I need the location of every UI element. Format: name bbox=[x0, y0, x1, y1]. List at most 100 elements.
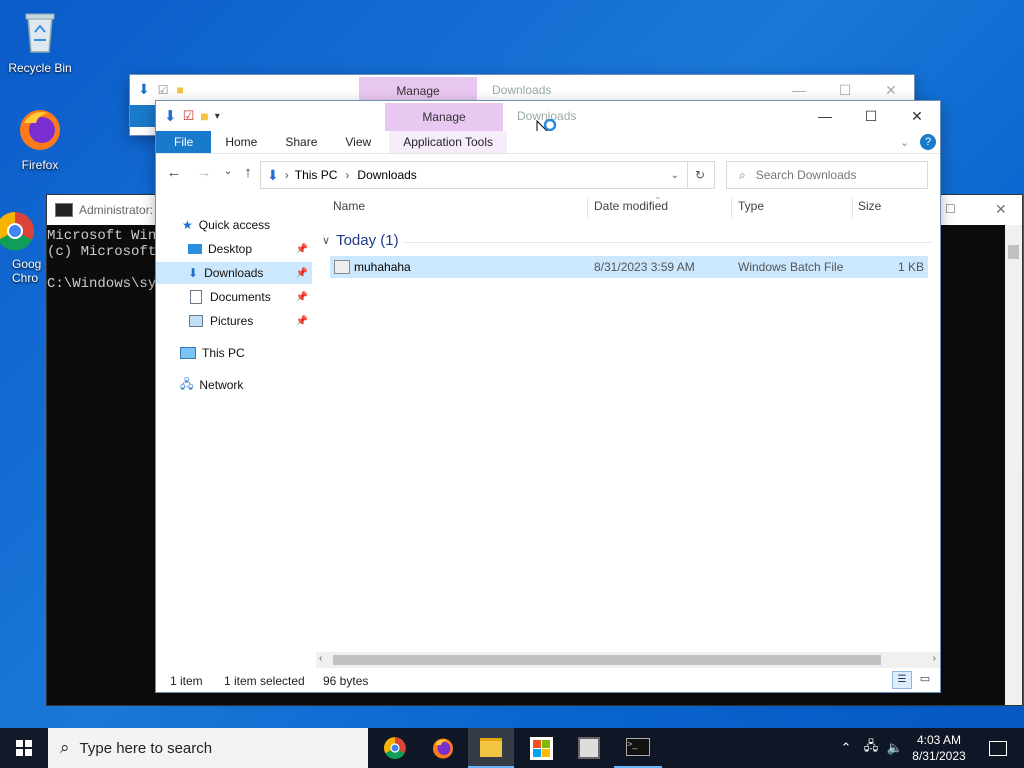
navigation-bar: ← → ⌄ ↑ ⬇ › This PC › Downloads ⌄ ↻ ⌕ Se… bbox=[156, 154, 940, 194]
column-header-size[interactable]: Size bbox=[858, 199, 881, 219]
column-divider[interactable] bbox=[587, 197, 588, 219]
expand-ribbon-icon[interactable]: ⌄ bbox=[900, 136, 909, 149]
clock[interactable]: 4:03 AM 8/31/2023 bbox=[904, 728, 974, 768]
minimize-button[interactable]: — bbox=[802, 101, 848, 131]
breadcrumb-downloads[interactable]: Downloads bbox=[357, 168, 416, 182]
nav-label: Desktop bbox=[208, 242, 253, 256]
desktop-icon-chrome[interactable]: Goog Chro bbox=[0, 210, 44, 285]
back-arrow-icon[interactable]: ← bbox=[162, 164, 186, 181]
store-icon bbox=[529, 736, 553, 760]
recycle-bin-icon bbox=[25, 13, 55, 53]
pictures-icon bbox=[189, 315, 203, 327]
pin-icon[interactable]: 📌 bbox=[296, 292, 308, 303]
taskbar-search-box[interactable]: ⌕ Type here to search bbox=[48, 728, 368, 768]
pin-icon[interactable]: 📌 bbox=[296, 244, 308, 255]
nav-item-quick-access[interactable]: ★ Quick access bbox=[156, 214, 312, 236]
nav-label: Network bbox=[199, 378, 244, 392]
nav-item-pictures[interactable]: Pictures 📌 bbox=[156, 310, 312, 332]
action-center-button[interactable] bbox=[978, 728, 1018, 768]
pin-icon[interactable]: 📌 bbox=[296, 268, 308, 279]
start-button[interactable] bbox=[0, 728, 48, 768]
file-row[interactable]: muhahaha 8/31/2023 3:59 AM Windows Batch… bbox=[330, 256, 928, 278]
download-arrow-icon: ⬇ bbox=[188, 266, 199, 280]
file-name: muhahaha bbox=[354, 260, 411, 274]
refresh-button[interactable]: ↻ bbox=[686, 161, 715, 189]
desktop-icon-firefox[interactable]: Firefox bbox=[0, 105, 80, 172]
back-window-title: Downloads bbox=[492, 83, 552, 97]
column-divider[interactable] bbox=[731, 197, 732, 219]
windows-logo-icon bbox=[16, 740, 32, 756]
details-view-icon[interactable]: ☰ bbox=[892, 671, 912, 689]
column-header-name[interactable]: Name bbox=[333, 199, 365, 219]
file-size: 1 KB bbox=[897, 260, 924, 274]
taskbar-firefox[interactable] bbox=[420, 728, 466, 768]
volume-icon[interactable]: 🔈 bbox=[884, 728, 906, 768]
cmd-scroll-thumb[interactable] bbox=[1008, 245, 1019, 259]
tab-home[interactable]: Home bbox=[211, 131, 271, 153]
file-explorer-window[interactable]: ⬇ ☑ ■ ▾ Manage Downloads — ☐ ✕ File Home… bbox=[156, 101, 940, 692]
back-quick-access: ⬇ ☑ ■ bbox=[138, 81, 184, 98]
taskbar-admin-app[interactable] bbox=[566, 728, 612, 768]
cmd-scrollbar[interactable] bbox=[1005, 225, 1022, 705]
search-icon: ⌕ bbox=[60, 738, 70, 757]
maximize-button[interactable]: ☐ bbox=[848, 101, 894, 131]
sort-indicator-icon: ⌄ bbox=[654, 191, 662, 201]
manage-tab[interactable]: Manage bbox=[385, 103, 503, 131]
scroll-thumb[interactable] bbox=[333, 655, 881, 665]
cmd-maximize-button[interactable]: ☐ bbox=[945, 202, 956, 216]
taskbar-file-explorer[interactable] bbox=[468, 728, 514, 768]
search-input[interactable]: ⌕ Search Downloads bbox=[726, 161, 928, 189]
column-header-type[interactable]: Type bbox=[738, 199, 764, 219]
new-folder-icon[interactable]: ■ bbox=[200, 108, 208, 124]
scroll-right-icon[interactable]: › bbox=[933, 653, 936, 664]
computer-icon bbox=[180, 347, 196, 359]
show-hidden-icons-button[interactable]: ⌃ bbox=[836, 728, 856, 768]
help-icon[interactable]: ? bbox=[920, 134, 936, 150]
tab-view[interactable]: View bbox=[331, 131, 385, 153]
up-arrow-icon[interactable]: ↑ bbox=[236, 164, 260, 181]
download-arrow-icon[interactable]: ⬇ bbox=[164, 107, 177, 125]
ribbon-tabs: File Home Share View Application Tools ⌄… bbox=[156, 131, 940, 154]
nav-item-this-pc[interactable]: This PC bbox=[156, 342, 312, 364]
customize-toolbar-icon[interactable]: ▾ bbox=[215, 111, 220, 122]
breadcrumb-this-pc[interactable]: This PC bbox=[295, 168, 338, 182]
network-status-icon[interactable]: 🖧 bbox=[860, 728, 882, 768]
horizontal-scrollbar[interactable]: ‹ › bbox=[316, 652, 940, 668]
search-icon: ⌕ bbox=[739, 167, 746, 182]
tab-share[interactable]: Share bbox=[271, 131, 331, 153]
column-divider[interactable] bbox=[852, 197, 853, 219]
taskbar-command-prompt[interactable]: >_ bbox=[614, 728, 662, 768]
group-header-today[interactable]: ∨ Today (1) bbox=[322, 232, 399, 249]
cmd-window-title: Administrator: bbox=[79, 203, 154, 217]
address-bar[interactable]: ⬇ › This PC › Downloads ⌄ bbox=[260, 161, 688, 189]
forward-arrow-icon[interactable]: → bbox=[192, 164, 216, 181]
explorer-titlebar: ⬇ ☑ ■ ▾ Manage Downloads — ☐ ✕ bbox=[156, 101, 940, 141]
back-file-tab[interactable] bbox=[130, 105, 156, 127]
nav-item-network[interactable]: 🖧 Network bbox=[156, 374, 312, 396]
column-header-date[interactable]: Date modified bbox=[594, 199, 668, 219]
tab-application-tools[interactable]: Application Tools bbox=[389, 131, 508, 153]
cmd-close-button[interactable]: ✕ bbox=[995, 201, 1007, 218]
scroll-left-icon[interactable]: ‹ bbox=[319, 653, 322, 664]
nav-item-documents[interactable]: Documents 📌 bbox=[156, 286, 312, 308]
admin-tools-icon bbox=[578, 737, 600, 759]
close-button[interactable]: ✕ bbox=[894, 101, 940, 131]
large-icons-view-icon[interactable]: ▭ bbox=[916, 671, 934, 687]
navigation-pane[interactable]: ★ Quick access Desktop 📌 ⬇ Downloads 📌 D… bbox=[156, 194, 316, 664]
properties-icon[interactable]: ☑ bbox=[183, 108, 195, 124]
firefox-icon bbox=[20, 110, 60, 150]
nav-item-desktop[interactable]: Desktop 📌 bbox=[156, 238, 312, 260]
properties-icon: ☑ bbox=[157, 82, 169, 97]
clock-time: 4:03 AM bbox=[916, 733, 962, 747]
address-dropdown-icon[interactable]: ⌄ bbox=[671, 170, 679, 181]
refresh-icon: ↻ bbox=[694, 168, 706, 182]
download-arrow-icon: ⬇ bbox=[138, 81, 150, 97]
pin-icon[interactable]: 📌 bbox=[296, 316, 308, 327]
nav-item-downloads[interactable]: ⬇ Downloads 📌 bbox=[156, 262, 312, 284]
cmd-app-icon bbox=[55, 203, 73, 217]
status-size: 96 bytes bbox=[323, 674, 369, 688]
taskbar-store[interactable] bbox=[518, 728, 564, 768]
tab-file[interactable]: File bbox=[156, 131, 212, 153]
desktop-icon-recycle-bin[interactable]: Recycle Bin bbox=[0, 8, 80, 75]
taskbar-chrome[interactable] bbox=[372, 728, 418, 768]
